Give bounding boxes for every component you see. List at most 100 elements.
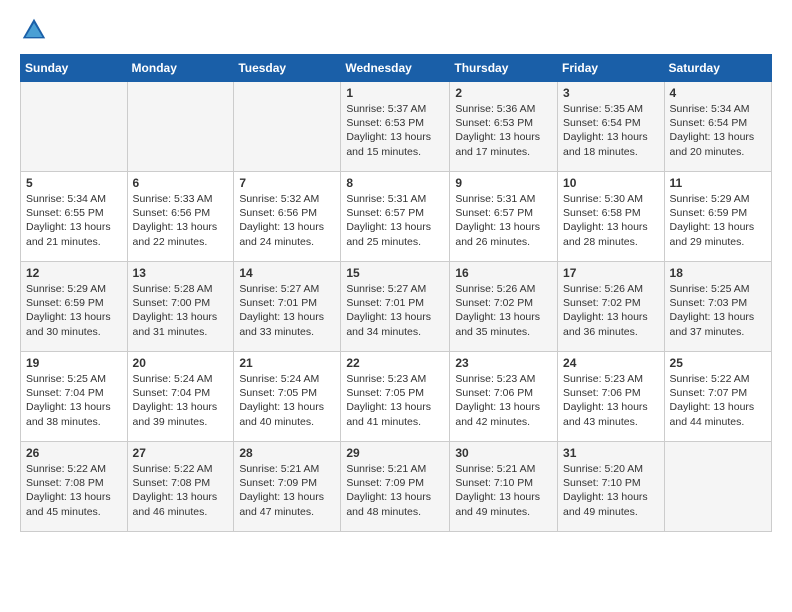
day-number: 24 bbox=[563, 356, 659, 370]
day-info: Sunrise: 5:34 AM Sunset: 6:55 PM Dayligh… bbox=[26, 192, 122, 249]
day-info: Sunrise: 5:24 AM Sunset: 7:04 PM Dayligh… bbox=[133, 372, 229, 429]
day-info: Sunrise: 5:26 AM Sunset: 7:02 PM Dayligh… bbox=[455, 282, 552, 339]
day-number: 11 bbox=[670, 176, 766, 190]
header-day-tuesday: Tuesday bbox=[234, 55, 341, 82]
header-day-monday: Monday bbox=[127, 55, 234, 82]
day-info: Sunrise: 5:37 AM Sunset: 6:53 PM Dayligh… bbox=[346, 102, 444, 159]
day-cell: 24 Sunrise: 5:23 AM Sunset: 7:06 PM Dayli… bbox=[558, 352, 665, 442]
day-info: Sunrise: 5:27 AM Sunset: 7:01 PM Dayligh… bbox=[346, 282, 444, 339]
day-cell: 2 Sunrise: 5:36 AM Sunset: 6:53 PM Daylig… bbox=[450, 82, 558, 172]
day-number: 4 bbox=[670, 86, 766, 100]
day-number: 8 bbox=[346, 176, 444, 190]
day-cell bbox=[234, 82, 341, 172]
week-row-5: 26 Sunrise: 5:22 AM Sunset: 7:08 PM Dayli… bbox=[21, 442, 772, 532]
day-cell: 22 Sunrise: 5:23 AM Sunset: 7:05 PM Dayli… bbox=[341, 352, 450, 442]
week-row-4: 19 Sunrise: 5:25 AM Sunset: 7:04 PM Dayli… bbox=[21, 352, 772, 442]
day-cell: 1 Sunrise: 5:37 AM Sunset: 6:53 PM Daylig… bbox=[341, 82, 450, 172]
day-info: Sunrise: 5:26 AM Sunset: 7:02 PM Dayligh… bbox=[563, 282, 659, 339]
day-cell: 16 Sunrise: 5:26 AM Sunset: 7:02 PM Dayli… bbox=[450, 262, 558, 352]
day-info: Sunrise: 5:21 AM Sunset: 7:09 PM Dayligh… bbox=[239, 462, 335, 519]
day-cell: 20 Sunrise: 5:24 AM Sunset: 7:04 PM Dayli… bbox=[127, 352, 234, 442]
logo-icon bbox=[20, 16, 48, 44]
day-number: 5 bbox=[26, 176, 122, 190]
day-number: 13 bbox=[133, 266, 229, 280]
day-number: 22 bbox=[346, 356, 444, 370]
day-info: Sunrise: 5:22 AM Sunset: 7:08 PM Dayligh… bbox=[26, 462, 122, 519]
day-cell: 5 Sunrise: 5:34 AM Sunset: 6:55 PM Daylig… bbox=[21, 172, 128, 262]
day-info: Sunrise: 5:29 AM Sunset: 6:59 PM Dayligh… bbox=[670, 192, 766, 249]
day-cell: 7 Sunrise: 5:32 AM Sunset: 6:56 PM Daylig… bbox=[234, 172, 341, 262]
day-number: 16 bbox=[455, 266, 552, 280]
day-number: 27 bbox=[133, 446, 229, 460]
day-info: Sunrise: 5:31 AM Sunset: 6:57 PM Dayligh… bbox=[455, 192, 552, 249]
day-info: Sunrise: 5:32 AM Sunset: 6:56 PM Dayligh… bbox=[239, 192, 335, 249]
day-info: Sunrise: 5:23 AM Sunset: 7:06 PM Dayligh… bbox=[455, 372, 552, 429]
day-info: Sunrise: 5:34 AM Sunset: 6:54 PM Dayligh… bbox=[670, 102, 766, 159]
day-number: 3 bbox=[563, 86, 659, 100]
calendar-table: SundayMondayTuesdayWednesdayThursdayFrid… bbox=[20, 54, 772, 532]
day-number: 2 bbox=[455, 86, 552, 100]
day-number: 23 bbox=[455, 356, 552, 370]
day-cell bbox=[21, 82, 128, 172]
page: SundayMondayTuesdayWednesdayThursdayFrid… bbox=[0, 0, 792, 548]
day-cell: 30Sunrise: 5:21 AM Sunset: 7:10 PM Dayli… bbox=[450, 442, 558, 532]
logo bbox=[20, 16, 52, 44]
day-number: 15 bbox=[346, 266, 444, 280]
day-number: 10 bbox=[563, 176, 659, 190]
day-info: Sunrise: 5:36 AM Sunset: 6:53 PM Dayligh… bbox=[455, 102, 552, 159]
day-cell: 18 Sunrise: 5:25 AM Sunset: 7:03 PM Dayli… bbox=[664, 262, 771, 352]
day-cell: 12 Sunrise: 5:29 AM Sunset: 6:59 PM Dayli… bbox=[21, 262, 128, 352]
day-cell: 29Sunrise: 5:21 AM Sunset: 7:09 PM Dayli… bbox=[341, 442, 450, 532]
day-info: Sunrise: 5:28 AM Sunset: 7:00 PM Dayligh… bbox=[133, 282, 229, 339]
day-cell: 8Sunrise: 5:31 AM Sunset: 6:57 PM Daylig… bbox=[341, 172, 450, 262]
day-number: 30 bbox=[455, 446, 552, 460]
day-cell: 9Sunrise: 5:31 AM Sunset: 6:57 PM Daylig… bbox=[450, 172, 558, 262]
day-info: Sunrise: 5:23 AM Sunset: 7:05 PM Dayligh… bbox=[346, 372, 444, 429]
header bbox=[20, 16, 772, 44]
day-cell: 6Sunrise: 5:33 AM Sunset: 6:56 PM Daylig… bbox=[127, 172, 234, 262]
day-info: Sunrise: 5:24 AM Sunset: 7:05 PM Dayligh… bbox=[239, 372, 335, 429]
day-number: 26 bbox=[26, 446, 122, 460]
header-day-wednesday: Wednesday bbox=[341, 55, 450, 82]
day-info: Sunrise: 5:35 AM Sunset: 6:54 PM Dayligh… bbox=[563, 102, 659, 159]
day-cell: 4 Sunrise: 5:34 AM Sunset: 6:54 PM Daylig… bbox=[664, 82, 771, 172]
day-number: 14 bbox=[239, 266, 335, 280]
day-info: Sunrise: 5:30 AM Sunset: 6:58 PM Dayligh… bbox=[563, 192, 659, 249]
day-cell: 27 Sunrise: 5:22 AM Sunset: 7:08 PM Dayli… bbox=[127, 442, 234, 532]
day-number: 7 bbox=[239, 176, 335, 190]
day-info: Sunrise: 5:25 AM Sunset: 7:03 PM Dayligh… bbox=[670, 282, 766, 339]
week-row-1: 1 Sunrise: 5:37 AM Sunset: 6:53 PM Daylig… bbox=[21, 82, 772, 172]
day-info: Sunrise: 5:23 AM Sunset: 7:06 PM Dayligh… bbox=[563, 372, 659, 429]
header-row: SundayMondayTuesdayWednesdayThursdayFrid… bbox=[21, 55, 772, 82]
day-number: 12 bbox=[26, 266, 122, 280]
week-row-2: 5 Sunrise: 5:34 AM Sunset: 6:55 PM Daylig… bbox=[21, 172, 772, 262]
day-number: 17 bbox=[563, 266, 659, 280]
day-cell bbox=[127, 82, 234, 172]
day-number: 18 bbox=[670, 266, 766, 280]
day-number: 19 bbox=[26, 356, 122, 370]
day-info: Sunrise: 5:27 AM Sunset: 7:01 PM Dayligh… bbox=[239, 282, 335, 339]
day-info: Sunrise: 5:22 AM Sunset: 7:08 PM Dayligh… bbox=[133, 462, 229, 519]
day-cell: 11 Sunrise: 5:29 AM Sunset: 6:59 PM Dayli… bbox=[664, 172, 771, 262]
day-cell bbox=[664, 442, 771, 532]
day-number: 21 bbox=[239, 356, 335, 370]
header-day-friday: Friday bbox=[558, 55, 665, 82]
day-info: Sunrise: 5:33 AM Sunset: 6:56 PM Dayligh… bbox=[133, 192, 229, 249]
day-number: 31 bbox=[563, 446, 659, 460]
day-number: 1 bbox=[346, 86, 444, 100]
day-cell: 3 Sunrise: 5:35 AM Sunset: 6:54 PM Daylig… bbox=[558, 82, 665, 172]
day-info: Sunrise: 5:21 AM Sunset: 7:09 PM Dayligh… bbox=[346, 462, 444, 519]
day-number: 25 bbox=[670, 356, 766, 370]
day-cell: 23 Sunrise: 5:23 AM Sunset: 7:06 PM Dayli… bbox=[450, 352, 558, 442]
day-info: Sunrise: 5:25 AM Sunset: 7:04 PM Dayligh… bbox=[26, 372, 122, 429]
week-row-3: 12 Sunrise: 5:29 AM Sunset: 6:59 PM Dayli… bbox=[21, 262, 772, 352]
day-cell: 14 Sunrise: 5:27 AM Sunset: 7:01 PM Dayli… bbox=[234, 262, 341, 352]
day-cell: 25Sunrise: 5:22 AM Sunset: 7:07 PM Dayli… bbox=[664, 352, 771, 442]
day-cell: 21 Sunrise: 5:24 AM Sunset: 7:05 PM Dayli… bbox=[234, 352, 341, 442]
day-cell: 26 Sunrise: 5:22 AM Sunset: 7:08 PM Dayli… bbox=[21, 442, 128, 532]
day-info: Sunrise: 5:29 AM Sunset: 6:59 PM Dayligh… bbox=[26, 282, 122, 339]
day-number: 20 bbox=[133, 356, 229, 370]
day-info: Sunrise: 5:20 AM Sunset: 7:10 PM Dayligh… bbox=[563, 462, 659, 519]
header-day-thursday: Thursday bbox=[450, 55, 558, 82]
header-day-sunday: Sunday bbox=[21, 55, 128, 82]
